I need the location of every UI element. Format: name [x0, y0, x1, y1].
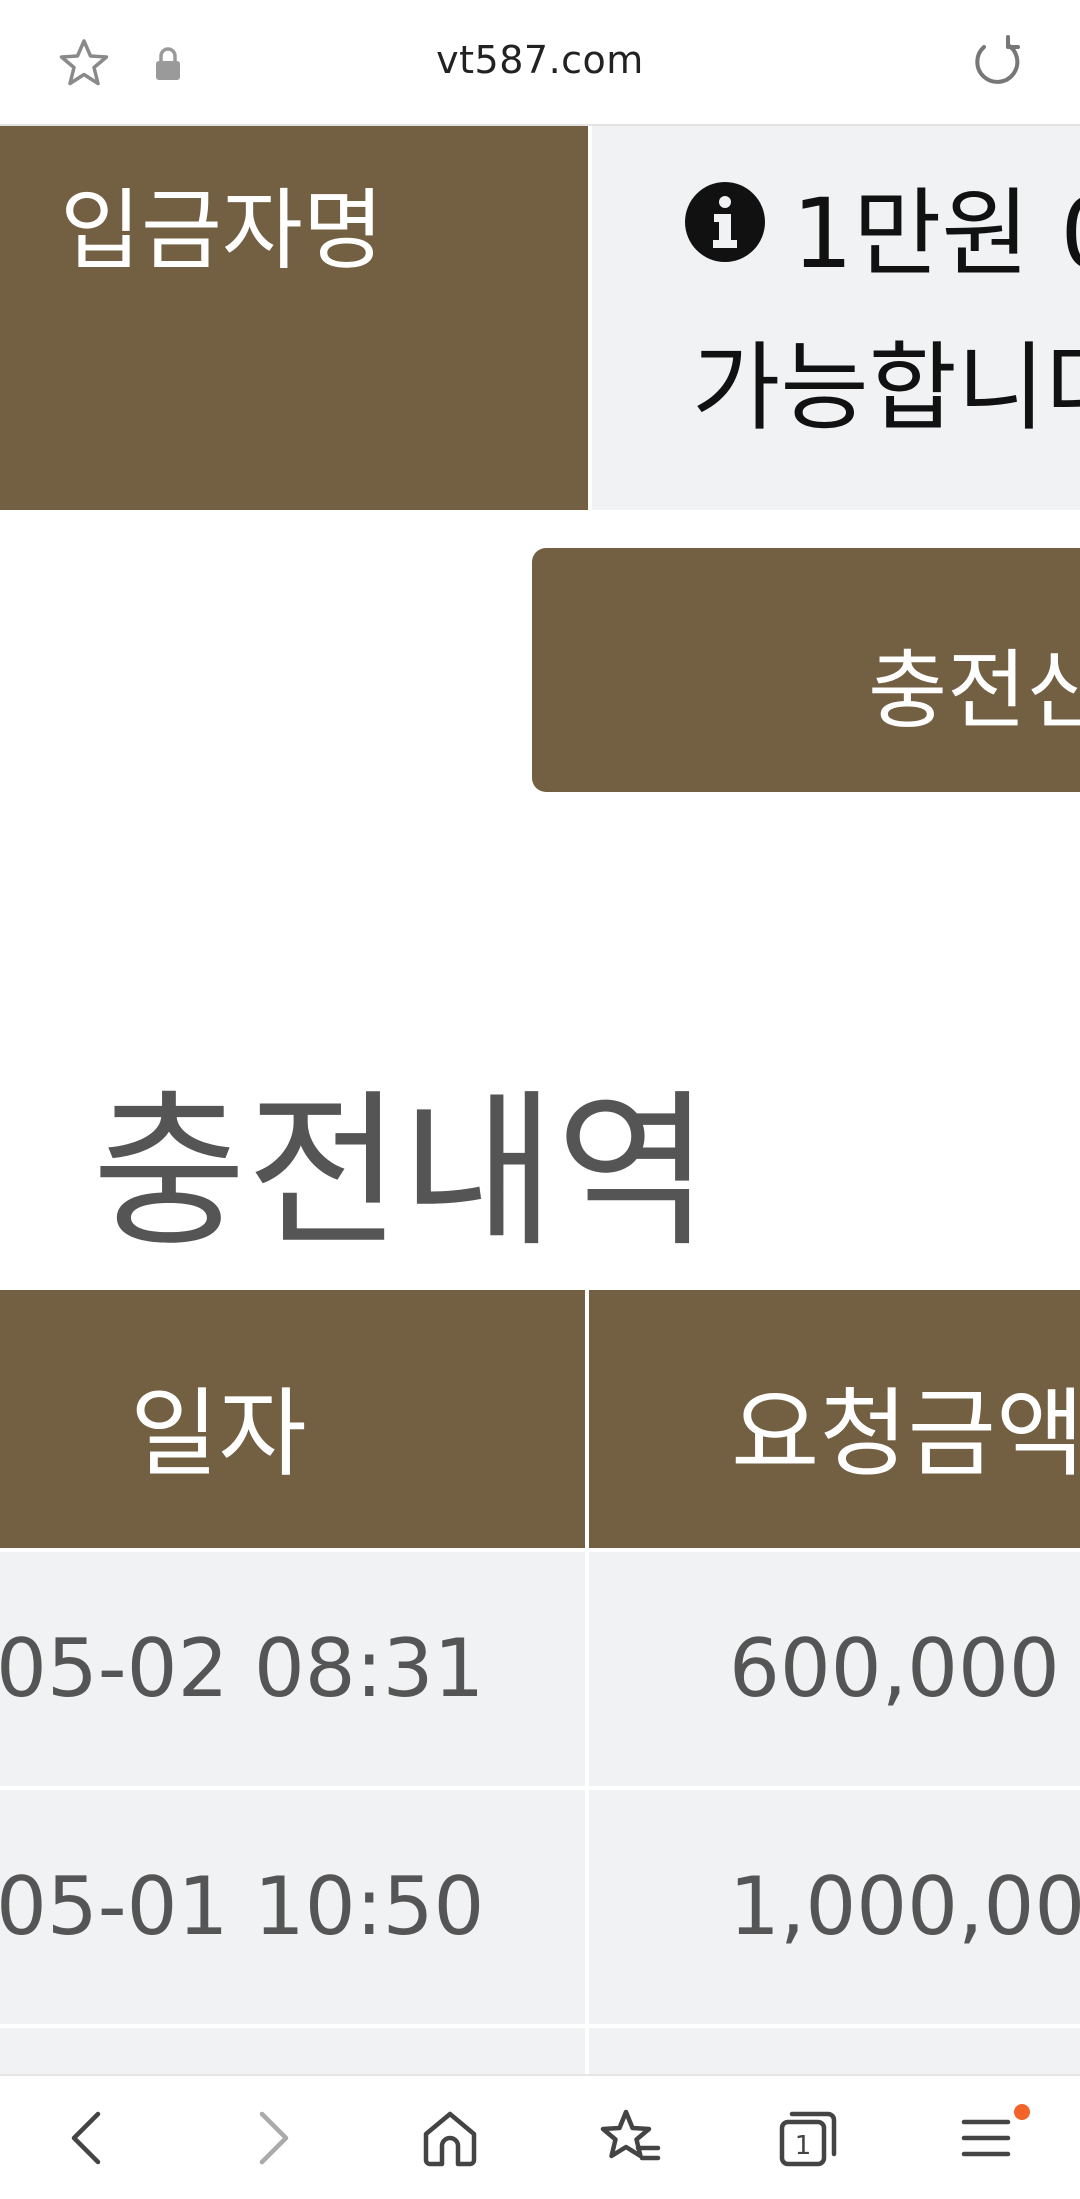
browser-address-bar: vt587.com	[0, 0, 1080, 126]
column-header-date: 일자	[0, 1290, 585, 1548]
page: vt587.com 입금자명 1만원 0 가능합니다 충전신 충전내역 일자 요…	[0, 0, 1080, 2199]
charge-request-label: 충전신	[868, 641, 1080, 741]
column-header-date-label: 일자	[130, 1378, 307, 1490]
row-date: 05-01 10:50	[0, 1860, 485, 1953]
reload-icon[interactable]	[968, 34, 1024, 90]
tab-count: 1	[795, 2131, 812, 2161]
url-text[interactable]: vt587.com	[0, 38, 1080, 82]
row-amount: 600,000	[729, 1622, 1060, 1715]
history-title: 충전내역	[92, 1074, 711, 1270]
depositor-notice-cell: 1만원 0 가능합니다	[592, 126, 1080, 510]
back-icon[interactable]	[52, 2102, 124, 2174]
table-row-amount-cell: 600,000	[589, 1552, 1080, 1786]
notice-text-line2: 가능합니다	[692, 332, 1080, 444]
table-row-date-cell: 05-02 08:31	[0, 1552, 585, 1786]
column-header-amount: 요청금액	[589, 1290, 1080, 1548]
info-icon	[685, 182, 765, 262]
table-row-date-cell: 05-01 10:50	[0, 1790, 585, 2024]
browser-bottom-nav: 1	[0, 2074, 1080, 2199]
depositor-label-cell: 입금자명	[0, 126, 588, 510]
notice-text-line1: 1만원 0	[792, 178, 1080, 290]
row-amount: 1,000,000	[729, 1860, 1080, 1953]
forward-icon[interactable]	[236, 2102, 308, 2174]
row-date: 05-02 08:31	[0, 1622, 485, 1715]
menu-notification-dot	[1014, 2104, 1030, 2120]
depositor-label: 입금자명	[60, 179, 384, 282]
tabs-icon[interactable]: 1	[772, 2102, 844, 2174]
charge-request-button[interactable]: 충전신	[532, 548, 1080, 792]
column-header-amount-label: 요청금액	[731, 1378, 1080, 1490]
bookmarks-icon[interactable]	[594, 2102, 666, 2174]
table-row-amount-cell: 1,000,000	[589, 1790, 1080, 2024]
home-icon[interactable]	[414, 2102, 486, 2174]
